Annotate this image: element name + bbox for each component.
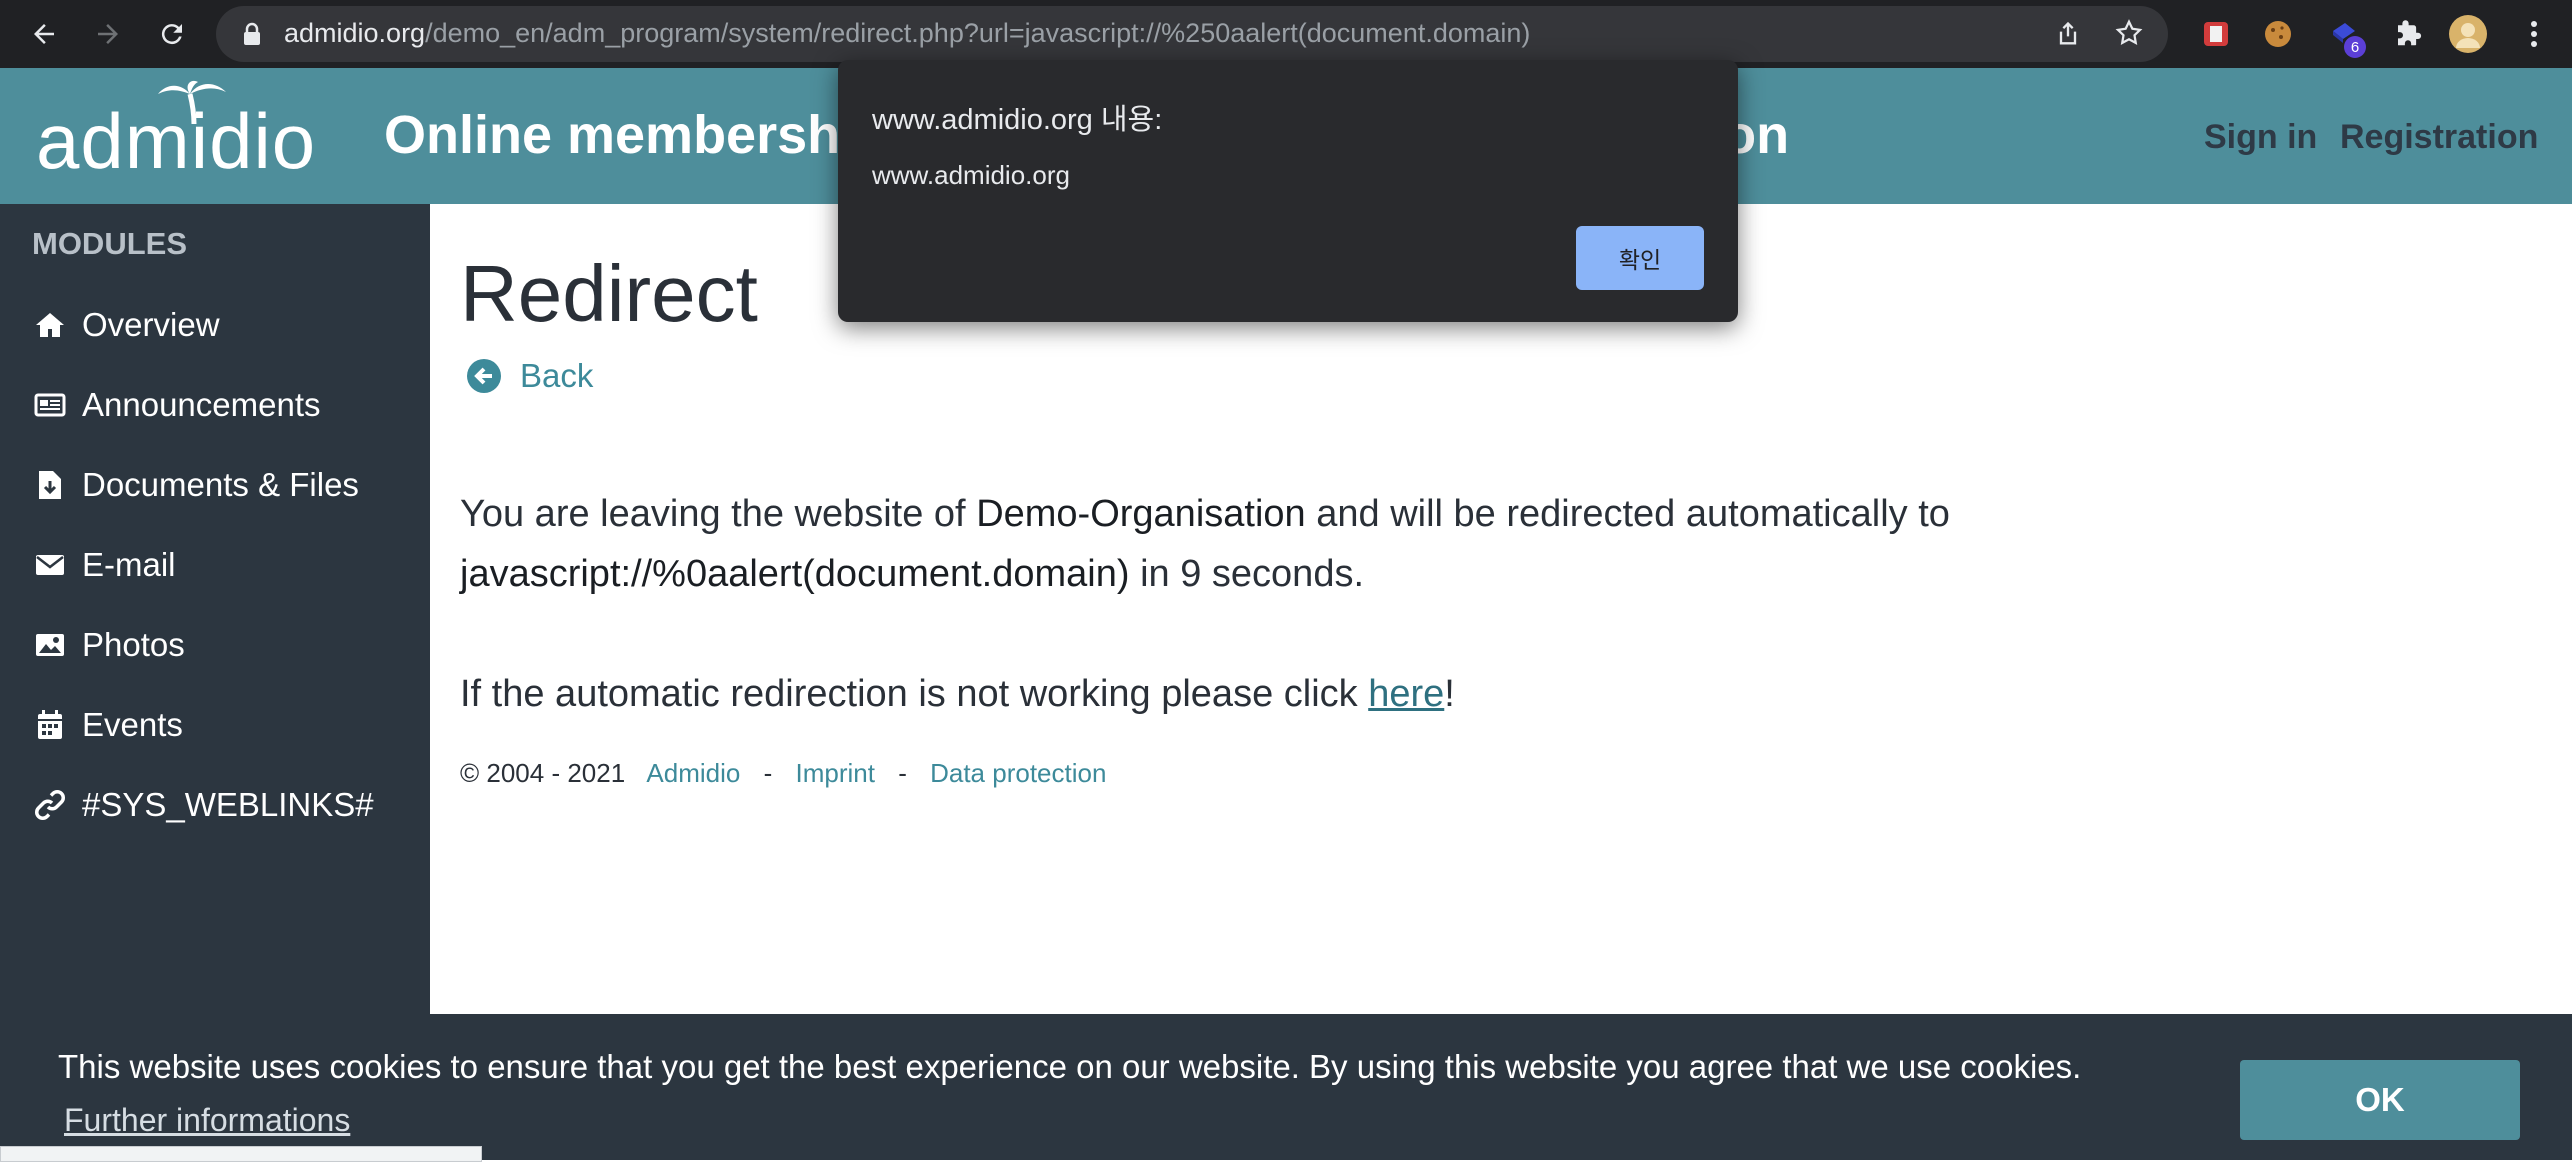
registration-link[interactable]: Registration bbox=[2340, 118, 2538, 157]
sidebar-item-email[interactable]: E-mail bbox=[32, 540, 176, 590]
lock-icon bbox=[242, 22, 262, 51]
file-download-icon bbox=[32, 467, 68, 503]
circle-arrow-left-icon bbox=[467, 359, 501, 393]
sidebar-item-label: Documents & Files bbox=[82, 466, 359, 503]
organisation-name: Demo-Organisation bbox=[976, 493, 1306, 535]
palm-tree-icon bbox=[158, 80, 226, 125]
redirect-message-line-2: javascript://%0aalert(document.domain) i… bbox=[460, 553, 1365, 595]
link-icon bbox=[32, 787, 68, 823]
puzzle-icon[interactable] bbox=[2388, 14, 2428, 54]
copyright-text: © 2004 - 2021 bbox=[460, 758, 626, 788]
admidio-footer-link[interactable]: Admidio bbox=[646, 758, 740, 788]
sidebar-item-label: #SYS_WEBLINKS# bbox=[82, 786, 374, 823]
page-footer: © 2004 - 2021 Admidio - Imprint - Data p… bbox=[460, 758, 1106, 789]
dialog-confirm-button[interactable]: 확인 bbox=[1576, 226, 1704, 290]
admidio-logo[interactable]: admidio bbox=[36, 80, 316, 187]
address-bar[interactable]: admidio.org/demo_en/adm_program/system/r… bbox=[216, 6, 2168, 62]
extension-badge-icon[interactable]: 6 bbox=[2324, 14, 2366, 58]
dialog-message: www.admidio.org bbox=[872, 160, 1070, 190]
manual-redirect-message: If the automatic redirection is not work… bbox=[460, 673, 1455, 715]
redirect-target: javascript://%0aalert(document.domain) bbox=[460, 553, 1130, 595]
sidebar-item-label: Photos bbox=[82, 626, 185, 663]
extension-red-icon[interactable] bbox=[2196, 14, 2236, 54]
profile-avatar[interactable] bbox=[2448, 14, 2488, 54]
newspaper-icon bbox=[32, 387, 68, 423]
modules-heading: MODULES bbox=[32, 226, 187, 261]
further-informations-link[interactable]: Further informations bbox=[64, 1102, 350, 1139]
imprint-link[interactable]: Imprint bbox=[795, 758, 874, 788]
cookie-extension-icon[interactable] bbox=[2258, 14, 2298, 54]
sidebar-item-label: Announcements bbox=[82, 386, 321, 423]
sidebar-item-events[interactable]: Events bbox=[32, 700, 183, 750]
image-icon bbox=[32, 627, 68, 663]
sign-in-link[interactable]: Sign in bbox=[2204, 118, 2317, 157]
sidebar-item-weblinks[interactable]: #SYS_WEBLINKS# bbox=[32, 780, 374, 830]
dialog-title: www.admidio.org 내용: bbox=[872, 104, 1163, 136]
sidebar-item-announcements[interactable]: Announcements bbox=[32, 380, 321, 430]
footer-separator: - bbox=[898, 758, 907, 788]
sidebar-item-overview[interactable]: Overview bbox=[32, 300, 220, 350]
browser-toolbar: admidio.org/demo_en/adm_program/system/r… bbox=[0, 0, 2572, 68]
share-icon[interactable] bbox=[2054, 20, 2082, 53]
redirect-message-line-1: You are leaving the website of Demo-Orga… bbox=[460, 493, 1950, 535]
bookmark-star-icon[interactable] bbox=[2114, 18, 2144, 53]
footer-separator: - bbox=[763, 758, 773, 788]
alert-dialog: www.admidio.org 내용: www.admidio.org 확인 bbox=[838, 60, 1738, 322]
extension-badge-count: 6 bbox=[2344, 36, 2366, 58]
sidebar-item-label: Events bbox=[82, 706, 183, 743]
cookie-message: This website uses cookies to ensure that… bbox=[58, 1048, 2082, 1085]
cookie-ok-button[interactable]: OK bbox=[2240, 1060, 2520, 1140]
reload-icon[interactable] bbox=[152, 14, 192, 54]
sidebar-item-label: E-mail bbox=[82, 546, 176, 583]
back-link[interactable]: Back bbox=[460, 356, 593, 396]
calendar-icon bbox=[32, 707, 68, 743]
menu-dots-icon[interactable] bbox=[2514, 14, 2554, 54]
back-arrow-icon[interactable] bbox=[24, 14, 64, 54]
forward-arrow-icon[interactable] bbox=[88, 14, 128, 54]
envelope-icon bbox=[32, 547, 68, 583]
sidebar-item-photos[interactable]: Photos bbox=[32, 620, 185, 670]
cookie-consent-bar: This website uses cookies to ensure that… bbox=[0, 1014, 2572, 1160]
sidebar-item-documents[interactable]: Documents & Files bbox=[32, 460, 359, 510]
here-link[interactable]: here bbox=[1368, 673, 1444, 715]
home-icon bbox=[32, 307, 68, 343]
url-text: admidio.org/demo_en/adm_program/system/r… bbox=[284, 18, 1531, 48]
page-title: Redirect bbox=[460, 249, 758, 338]
sidebar-item-label: Overview bbox=[82, 306, 220, 343]
data-protection-link[interactable]: Data protection bbox=[930, 758, 1106, 788]
